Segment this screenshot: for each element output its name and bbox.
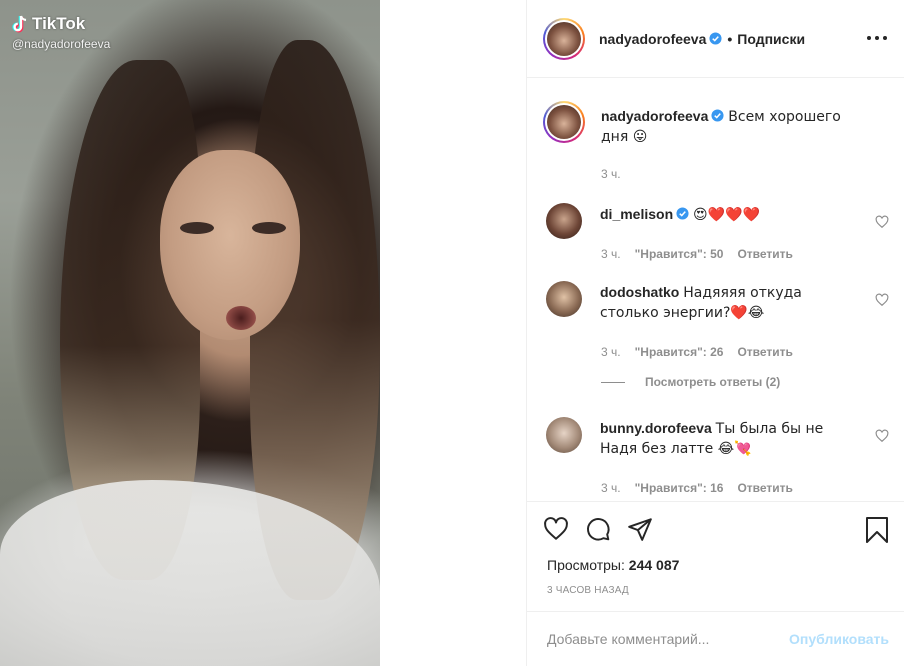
tiktok-wordmark: TikTok: [32, 14, 86, 33]
verified-badge-icon: [711, 109, 724, 122]
like-comment-heart-icon[interactable]: [875, 215, 889, 229]
like-comment-heart-icon[interactable]: [875, 429, 889, 443]
comment-time: 3 ч.: [601, 345, 621, 359]
comment-username[interactable]: dodoshatko: [600, 284, 679, 300]
author-avatar[interactable]: [543, 17, 585, 60]
views-label: Просмотры:: [547, 557, 629, 573]
verified-badge-icon: [676, 207, 689, 220]
avatar: [547, 105, 581, 139]
view-replies-button[interactable]: Посмотреть ответы (2): [601, 375, 780, 389]
video-frame-detail: [226, 306, 256, 330]
post-side-panel: nadyadorofeeva • Подписки nadyadorofeeva…: [526, 0, 904, 666]
views-count[interactable]: Просмотры: 244 087: [547, 557, 679, 573]
reply-button[interactable]: Ответить: [737, 345, 792, 359]
video-frame-detail: [180, 222, 214, 234]
replies-line: [601, 381, 625, 383]
add-comment-bar: Опубликовать: [527, 611, 904, 666]
caption: nadyadorofeeva Всем хорошего дня 😛 3 ч.: [543, 101, 889, 181]
comment-username[interactable]: di_melison: [600, 206, 673, 222]
comment-likes[interactable]: "Нравится": 16: [635, 481, 724, 495]
like-comment-heart-icon[interactable]: [875, 293, 889, 307]
commenter-avatar[interactable]: [546, 417, 582, 453]
views-number: 244 087: [628, 557, 680, 573]
comment-item: dodoshatko Надяяяя откуда столько энерги…: [543, 281, 889, 359]
author-username[interactable]: nadyadorofeeva: [599, 31, 706, 47]
tiktok-handle: @nadyadorofeeva: [12, 37, 111, 51]
following-button[interactable]: Подписки: [737, 31, 805, 47]
caption-username[interactable]: nadyadorofeeva: [601, 108, 708, 124]
comment-item: di_melison 😍❤️❤️❤️ 3 ч. "Нравится": 50 О…: [543, 203, 889, 261]
comments-list[interactable]: nadyadorofeeva Всем хорошего дня 😛 3 ч. …: [527, 79, 904, 501]
comment-input[interactable]: [547, 631, 790, 647]
share-icon[interactable]: [627, 516, 653, 542]
reply-button[interactable]: Ответить: [737, 481, 792, 495]
comment-likes[interactable]: "Нравится": 26: [635, 345, 724, 359]
comment-text: 😍❤️❤️❤️: [693, 207, 760, 223]
comment-time: 3 ч.: [601, 481, 621, 495]
comment-item: bunny.dorofeeva Ты была бы не Надя без л…: [543, 417, 889, 495]
comment-likes[interactable]: "Нравится": 50: [635, 247, 724, 261]
heart-icon[interactable]: [543, 516, 569, 542]
publish-button[interactable]: Опубликовать: [789, 631, 889, 647]
post-timestamp[interactable]: 3 ЧАСОВ НАЗАД: [547, 585, 629, 596]
tiktok-logo-icon: [12, 15, 28, 33]
tiktok-watermark: TikTok @nadyadorofeeva: [12, 14, 110, 51]
post-actions: Просмотры: 244 087 3 ЧАСОВ НАЗАД: [527, 501, 904, 611]
post-header: nadyadorofeeva • Подписки: [527, 0, 904, 78]
comment-time: 3 ч.: [601, 247, 621, 261]
post-video[interactable]: TikTok @nadyadorofeeva: [0, 0, 380, 666]
separator-dot: •: [727, 30, 733, 47]
caption-time: 3 ч.: [601, 167, 621, 181]
bookmark-icon[interactable]: [865, 516, 889, 544]
video-frame-detail: [252, 222, 286, 234]
avatar: [547, 21, 581, 56]
more-options-icon[interactable]: [867, 28, 887, 48]
comment-username[interactable]: bunny.dorofeeva: [600, 420, 712, 436]
reply-button[interactable]: Ответить: [737, 247, 792, 261]
verified-badge-icon: [709, 32, 722, 45]
caption-avatar[interactable]: [543, 101, 585, 143]
commenter-avatar[interactable]: [546, 281, 582, 317]
comment-icon[interactable]: [585, 516, 611, 542]
commenter-avatar[interactable]: [546, 203, 582, 239]
view-replies-label: Посмотреть ответы (2): [645, 375, 781, 389]
